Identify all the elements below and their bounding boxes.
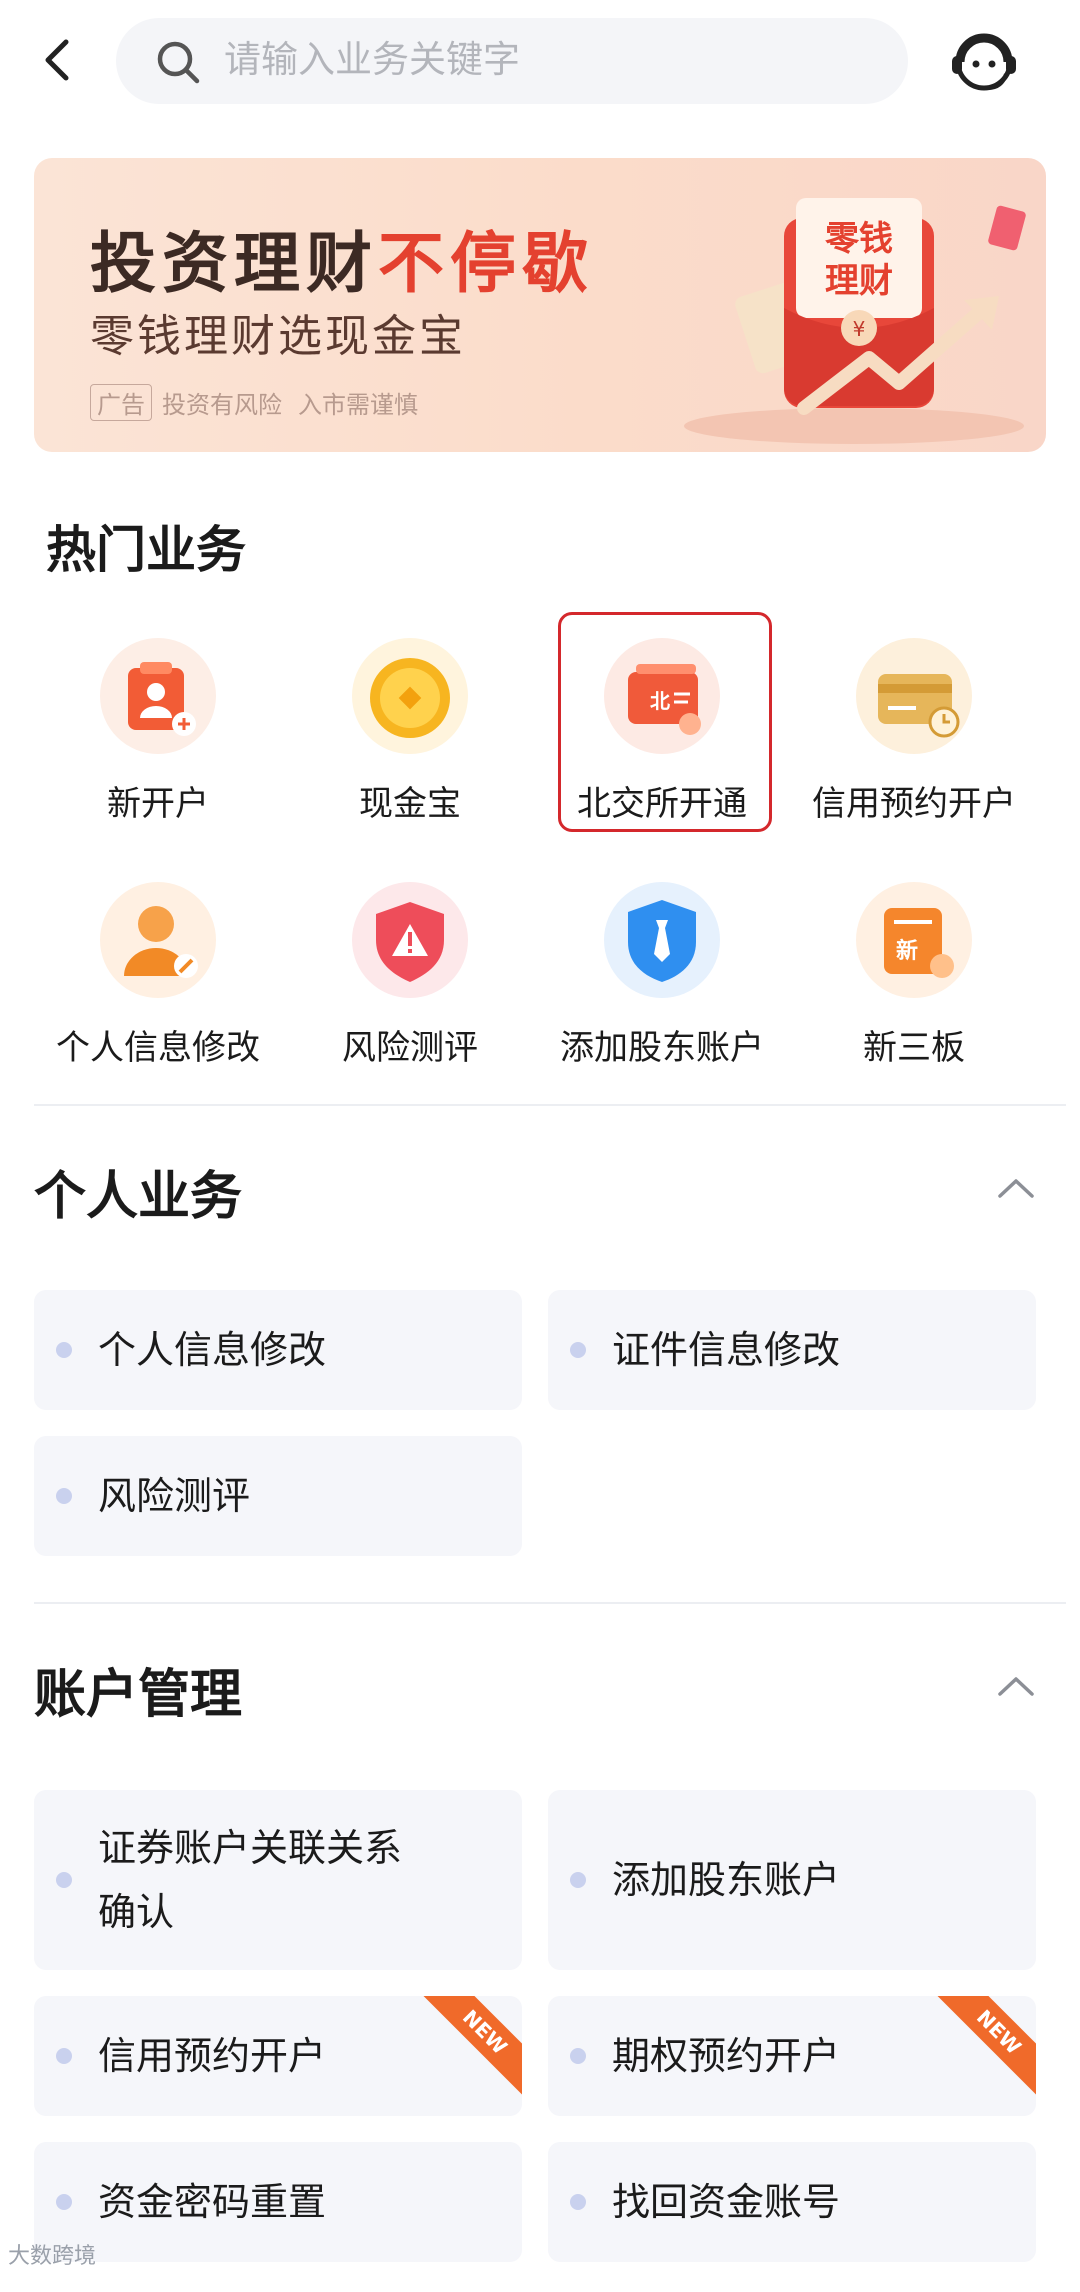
banner-disclaimer: 广告 投资有风险 入市需谨慎 bbox=[90, 384, 418, 421]
ad-tag: 广告 bbox=[90, 384, 152, 421]
chevron-up-icon[interactable] bbox=[996, 1674, 1036, 1698]
hot-item-cash-treasure[interactable]: 现金宝 bbox=[284, 636, 536, 846]
banner-title-main: 投资理财 bbox=[90, 225, 378, 302]
new-badge: NEW bbox=[419, 1996, 522, 2098]
customer-service-icon[interactable] bbox=[944, 22, 1024, 102]
hot-item-bse-open[interactable]: 北 北交所开通 bbox=[536, 636, 788, 846]
hot-item-label: 新开户 bbox=[107, 784, 209, 824]
warning-shield-icon bbox=[352, 882, 468, 998]
new-badge: NEW bbox=[933, 1996, 1036, 2098]
hot-item-label: 现金宝 bbox=[359, 784, 461, 824]
bullet-dot bbox=[56, 1872, 72, 1888]
banner-subtitle: 零钱理财选现金宝 bbox=[90, 311, 466, 362]
credit-card-clock-icon bbox=[856, 638, 972, 754]
person-edit-icon bbox=[100, 882, 216, 998]
envelope-text: 零钱 bbox=[825, 219, 893, 259]
personal-item-info-edit[interactable]: 个人信息修改 bbox=[34, 1290, 522, 1410]
account-item-option-reservation[interactable]: 期权预约开户 NEW bbox=[548, 1996, 1036, 2116]
hot-item-label: 风险测评 bbox=[342, 1028, 478, 1068]
personal-item-risk[interactable]: 风险测评 bbox=[34, 1436, 522, 1556]
account-item-credit-reservation[interactable]: 信用预约开户 NEW bbox=[34, 1996, 522, 2116]
risk-text: 投资有风险 bbox=[162, 391, 282, 419]
card-label: 找回资金账号 bbox=[612, 2180, 841, 2224]
account-item-link-confirm[interactable]: 证券账户关联关系 确认 bbox=[34, 1790, 522, 1970]
caution-text: 入市需谨慎 bbox=[298, 391, 418, 419]
account-item-retrieve-fund-account[interactable]: 找回资金账号 bbox=[548, 2142, 1036, 2262]
search-icon bbox=[157, 41, 200, 84]
bullet-dot bbox=[570, 1342, 586, 1358]
bullet-dot bbox=[570, 1872, 586, 1888]
hot-item-risk-assessment[interactable]: 风险测评 bbox=[284, 880, 536, 1090]
bullet-dot bbox=[56, 2194, 72, 2210]
neeq-doc-icon: 新 bbox=[856, 882, 972, 998]
personal-business-title: 个人业务 bbox=[34, 1167, 243, 1227]
red-envelope-illustration: 零钱 理财 ¥ bbox=[684, 198, 1026, 444]
promo-banner[interactable]: 投资理财不停歇 零钱理财选现金宝 广告 投资有风险 入市需谨慎 零钱 理财 ¥ bbox=[34, 158, 1046, 452]
bullet-dot bbox=[56, 1488, 72, 1504]
bullet-dot bbox=[56, 2048, 72, 2064]
hot-item-label: 添加股东账户 bbox=[560, 1028, 764, 1068]
card-label: 资金密码重置 bbox=[98, 2180, 327, 2224]
account-item-fund-password-reset[interactable]: 资金密码重置 bbox=[34, 2142, 522, 2262]
gold-coin-icon bbox=[352, 638, 468, 754]
hot-item-add-shareholder[interactable]: 添加股东账户 bbox=[536, 880, 788, 1090]
bullet-dot bbox=[56, 1342, 72, 1358]
hot-item-neeq[interactable]: 新 新三板 bbox=[788, 880, 1040, 1090]
bullet-dot bbox=[570, 2048, 586, 2064]
card-label: 风险测评 bbox=[98, 1474, 251, 1518]
card-label: 证件信息修改 bbox=[612, 1328, 841, 1372]
hot-item-personal-info[interactable]: 个人信息修改 bbox=[32, 880, 284, 1090]
card-label: 信用预约开户 bbox=[98, 2034, 327, 2078]
search-placeholder: 请输入业务关键字 bbox=[224, 38, 520, 81]
card-label: 个人信息修改 bbox=[98, 1328, 327, 1372]
tie-shield-icon bbox=[604, 882, 720, 998]
divider bbox=[34, 1104, 1066, 1106]
bse-card-icon: 北 bbox=[604, 638, 720, 754]
svg-text:¥: ¥ bbox=[853, 317, 866, 341]
account-item-add-shareholder[interactable]: 添加股东账户 bbox=[548, 1790, 1036, 1970]
chevron-up-icon[interactable] bbox=[996, 1176, 1036, 1200]
personal-item-id-edit[interactable]: 证件信息修改 bbox=[548, 1290, 1036, 1410]
card-label: 期权预约开户 bbox=[612, 2034, 841, 2078]
card-label-line1: 证券账户关联关系 bbox=[98, 1826, 403, 1870]
watermark: 大数跨境 bbox=[8, 2244, 97, 2269]
banner-title-highlight: 不停歇 bbox=[378, 225, 594, 302]
hot-item-label: 个人信息修改 bbox=[56, 1028, 260, 1068]
svg-text:新: 新 bbox=[896, 938, 918, 964]
svg-text:北: 北 bbox=[650, 689, 670, 713]
banner-title: 投资理财不停歇 bbox=[90, 210, 594, 306]
hot-item-label: 北交所开通 bbox=[577, 784, 747, 824]
card-label: 添加股东账户 bbox=[612, 1858, 841, 1902]
hot-item-new-account[interactable]: 新开户 bbox=[32, 636, 284, 846]
divider bbox=[34, 1602, 1066, 1604]
hot-item-credit-reservation[interactable]: 信用预约开户 bbox=[788, 636, 1040, 846]
envelope-text: 理财 bbox=[825, 261, 893, 301]
card-label-line2: 确认 bbox=[98, 1890, 175, 1934]
bullet-dot bbox=[570, 2194, 586, 2210]
hot-business-title: 热门业务 bbox=[46, 521, 246, 579]
top-bar: 请输入业务关键字 bbox=[0, 0, 1080, 120]
account-management-title: 账户管理 bbox=[34, 1665, 243, 1725]
new-account-icon bbox=[100, 638, 216, 754]
search-input[interactable]: 请输入业务关键字 bbox=[116, 18, 908, 104]
hot-item-label: 新三板 bbox=[863, 1028, 965, 1068]
hot-item-label: 信用预约开户 bbox=[812, 784, 1016, 824]
back-arrow-icon[interactable] bbox=[36, 30, 80, 90]
